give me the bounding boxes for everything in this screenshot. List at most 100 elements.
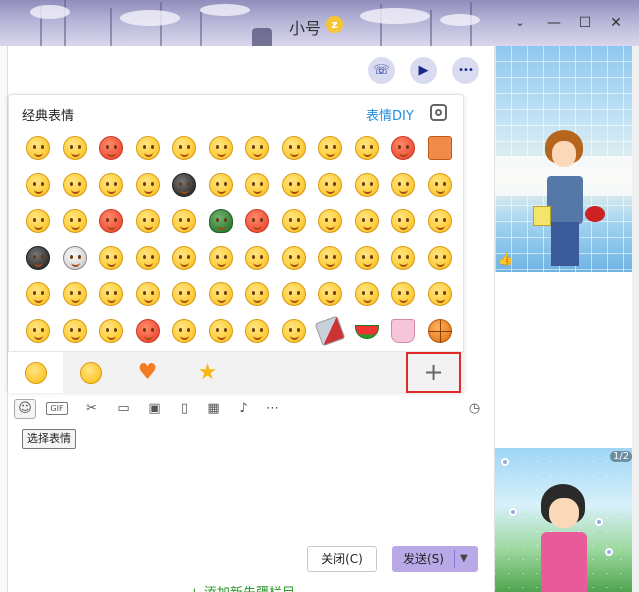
emoji-18-icon[interactable] (208, 172, 233, 197)
emoji-41-icon[interactable] (172, 245, 196, 270)
emoji-46-icon[interactable] (354, 245, 379, 270)
tab-favorites[interactable]: ♥ (120, 352, 175, 393)
emoji-20-icon[interactable] (281, 172, 306, 197)
send-button[interactable]: 发送(S) ▼ (392, 546, 478, 572)
emoji-60-icon[interactable] (427, 282, 452, 306)
emoji-4-icon[interactable] (135, 136, 160, 160)
phone-call-button[interactable]: ☏ (368, 57, 395, 84)
emoji-9-icon[interactable] (318, 136, 342, 160)
emoji-30-icon[interactable] (208, 209, 233, 233)
tab-classic-emoji[interactable] (8, 352, 63, 393)
video-call-button[interactable]: ▶ (410, 57, 437, 84)
music-icon[interactable]: ♪ (234, 400, 253, 418)
emoji-32-icon[interactable] (281, 209, 306, 233)
emoji-59-icon[interactable] (391, 282, 415, 306)
emoji-39-icon[interactable] (99, 245, 123, 270)
emoji-69-icon[interactable] (314, 315, 346, 346)
emoji-70-icon[interactable] (354, 324, 379, 339)
emoji-47-icon[interactable] (391, 245, 415, 270)
emoji-23-icon[interactable] (391, 172, 415, 197)
like-icon[interactable]: 👍 (498, 252, 513, 266)
emoji-38-icon[interactable] (62, 245, 87, 270)
emoji-2-icon[interactable] (62, 136, 87, 160)
my-show-avatar-image[interactable]: 1/2 (495, 448, 632, 592)
shake-window-icon[interactable]: ▯ (175, 400, 194, 418)
maximize-button[interactable]: ☐ (576, 14, 594, 32)
emoji-3-icon[interactable] (99, 136, 123, 160)
emoji-66-icon[interactable] (208, 318, 233, 343)
emoji-36-icon[interactable] (427, 209, 452, 233)
emoji-29-icon[interactable] (172, 209, 196, 233)
send-options-chevron-icon[interactable]: ▼ (460, 546, 468, 572)
settings-hex-icon[interactable] (430, 104, 447, 121)
emoji-6-icon[interactable] (208, 136, 233, 160)
sidebar-scrollbar[interactable] (632, 46, 639, 592)
emoji-48-icon[interactable] (427, 245, 452, 270)
emoji-62-icon[interactable] (62, 318, 87, 343)
dropdown-menu-button[interactable]: ⌄ (511, 14, 529, 32)
emoji-10-icon[interactable] (354, 136, 379, 160)
emoji-34-icon[interactable] (354, 209, 379, 233)
emoji-55-icon[interactable] (245, 282, 269, 306)
image-icon[interactable]: ▣ (145, 400, 164, 418)
emoji-28-icon[interactable] (135, 209, 160, 233)
emoji-15-icon[interactable] (99, 172, 123, 197)
emoji-24-icon[interactable] (427, 172, 452, 197)
emoji-40-icon[interactable] (135, 245, 160, 270)
emoji-49-icon[interactable] (26, 282, 50, 306)
add-emoji-button[interactable]: + (406, 352, 461, 393)
emoji-picker-button[interactable]: ☺ (14, 399, 36, 419)
folder-icon[interactable]: ▭ (114, 400, 133, 418)
emoji-43-icon[interactable] (245, 245, 269, 270)
message-history-icon[interactable]: ◷ (465, 400, 484, 418)
emoji-67-icon[interactable] (245, 318, 269, 343)
emoji-19-icon[interactable] (245, 172, 269, 197)
emoji-50-icon[interactable] (62, 282, 87, 306)
gif-button[interactable]: GIF (46, 402, 68, 415)
close-button[interactable]: 关闭(C) (307, 546, 377, 572)
emoji-1-icon[interactable] (26, 136, 50, 160)
emoji-64-icon[interactable] (135, 318, 160, 343)
screenshot-scissors-icon[interactable]: ✂ (82, 400, 101, 418)
emoji-5-icon[interactable] (172, 136, 196, 160)
emoji-27-icon[interactable] (99, 209, 123, 233)
more-actions-button[interactable]: ••• (452, 57, 479, 84)
emoji-25-icon[interactable] (26, 209, 50, 233)
close-window-button[interactable]: ✕ (607, 14, 625, 32)
emoji-14-icon[interactable] (62, 172, 87, 197)
emoji-61-icon[interactable] (26, 318, 50, 343)
emoji-33-icon[interactable] (318, 209, 342, 233)
tab-emoji-set[interactable] (63, 352, 118, 393)
emoji-57-icon[interactable] (318, 282, 342, 306)
emoji-12-icon[interactable] (427, 136, 452, 160)
emoji-37-icon[interactable] (26, 245, 50, 270)
emoji-22-icon[interactable] (354, 172, 379, 197)
tab-starred[interactable]: ★ (180, 352, 235, 393)
contact-show-avatar-image[interactable]: 👍 (495, 46, 632, 272)
emoji-65-icon[interactable] (172, 318, 196, 343)
emoji-44-icon[interactable] (281, 245, 306, 270)
emoji-54-icon[interactable] (208, 282, 233, 306)
emoji-56-icon[interactable] (281, 282, 306, 306)
emoji-8-icon[interactable] (281, 136, 306, 160)
emoji-72-icon[interactable] (427, 318, 452, 343)
emoji-52-icon[interactable] (135, 282, 160, 306)
bottom-link[interactable]: + 添加新先疆栏目 (189, 582, 295, 592)
more-tools-icon[interactable]: ⋯ (263, 400, 282, 418)
emoji-68-icon[interactable] (281, 318, 306, 343)
emoji-51-icon[interactable] (99, 282, 123, 306)
emoji-71-icon[interactable] (391, 318, 415, 343)
emoji-21-icon[interactable] (318, 172, 342, 197)
emoji-26-icon[interactable] (62, 209, 87, 233)
emoji-diy-link[interactable]: 表情DIY (366, 105, 414, 124)
emoji-63-icon[interactable] (99, 318, 123, 343)
emoji-53-icon[interactable] (172, 282, 196, 306)
emoji-45-icon[interactable] (318, 245, 342, 270)
emoji-13-icon[interactable] (26, 172, 50, 197)
emoji-42-icon[interactable] (208, 245, 233, 270)
emoji-11-icon[interactable] (391, 136, 415, 160)
emoji-31-icon[interactable] (245, 209, 269, 233)
calendar-icon[interactable]: ▦ (204, 400, 223, 418)
emoji-7-icon[interactable] (245, 136, 269, 160)
emoji-58-icon[interactable] (354, 282, 379, 306)
